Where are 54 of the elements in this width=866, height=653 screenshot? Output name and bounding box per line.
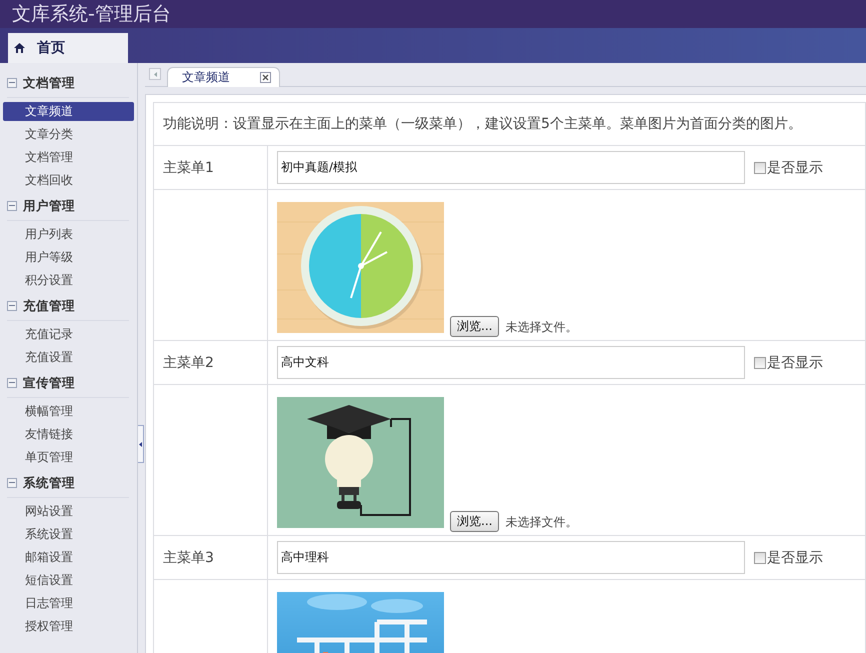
menu-label: 主菜单1 <box>163 160 214 176</box>
menu-label: 主菜单2 <box>163 354 214 370</box>
sidebar-group-title[interactable]: 充值管理 <box>23 298 75 314</box>
sidebar-group-title[interactable]: 宣传管理 <box>23 374 75 392</box>
collapse-icon[interactable] <box>7 301 17 311</box>
sidebar-item[interactable]: 网站设置 <box>3 502 134 521</box>
close-icon[interactable] <box>260 72 271 83</box>
menu-name-field[interactable]: 初中真题/模拟 <box>277 151 745 184</box>
file-status-text: 未选择文件。 <box>505 514 578 531</box>
browse-button[interactable]: 浏览... <box>450 316 500 337</box>
checkbox[interactable] <box>754 356 766 368</box>
checkbox[interactable] <box>754 552 766 564</box>
collapse-icon[interactable] <box>7 78 17 88</box>
sidebar-item[interactable]: 文档管理 <box>3 148 134 167</box>
checkbox[interactable] <box>754 162 766 174</box>
sidebar-item[interactable]: 系统设置 <box>3 525 134 544</box>
home-icon <box>14 43 25 53</box>
scroll-left-button[interactable] <box>149 68 161 80</box>
sidebar-item[interactable]: 横幅管理 <box>3 402 134 421</box>
sidebar-item[interactable]: 文章频道 <box>3 102 134 121</box>
sidebar-item[interactable]: 充值记录 <box>3 325 134 344</box>
sidebar-collapse-handle[interactable] <box>138 425 144 463</box>
page-tab[interactable]: 文章频道 <box>167 67 280 87</box>
menu-label: 主菜单3 <box>163 550 214 566</box>
sidebar-item[interactable]: 文章分类 <box>3 125 134 144</box>
sidebar-group-title[interactable]: 系统管理 <box>23 474 75 492</box>
show-checkbox-label[interactable]: 是否显示 <box>754 354 823 372</box>
show-checkbox-label[interactable]: 是否显示 <box>754 158 823 176</box>
sidebar-item[interactable]: 友情链接 <box>3 425 134 444</box>
sidebar-item[interactable]: 短信设置 <box>3 571 134 590</box>
sidebar-item[interactable]: 单页管理 <box>3 448 134 467</box>
show-checkbox-label[interactable]: 是否显示 <box>754 548 823 566</box>
app-title: 文库系统-管理后台 <box>12 3 171 25</box>
collapse-icon[interactable] <box>7 201 17 211</box>
description-text: 功能说明：设置显示在主面上的菜单（一级菜单），建议设置5个主菜单。菜单图片为首面分类的图片。 <box>163 116 802 132</box>
sidebar-item[interactable]: 积分设置 <box>3 271 134 290</box>
sidebar-item[interactable]: 文档回收 <box>3 171 134 190</box>
sidebar-item[interactable]: 授权管理 <box>3 617 134 636</box>
sidebar-item[interactable]: 日志管理 <box>3 594 134 613</box>
sidebar-group-title[interactable]: 用户管理 <box>23 198 75 214</box>
left-arrow-icon <box>154 72 156 76</box>
sidebar-group-title[interactable]: 文档管理 <box>23 74 75 92</box>
sidebar-item[interactable]: 邮箱设置 <box>3 548 134 567</box>
menu-name-field[interactable]: 高中理科 <box>277 541 745 574</box>
collapse-icon[interactable] <box>7 378 17 388</box>
browse-button[interactable]: 浏览... <box>450 511 500 532</box>
sidebar-item[interactable]: 充值设置 <box>3 348 134 367</box>
collapse-icon[interactable] <box>7 478 17 488</box>
sidebar-item[interactable]: 用户列表 <box>3 225 134 244</box>
home-tab[interactable]: 首页 <box>8 33 128 63</box>
file-status-text: 未选择文件。 <box>505 319 578 336</box>
sidebar-item[interactable]: 用户等级 <box>3 248 134 267</box>
menu-name-field[interactable]: 高中文科 <box>277 346 745 379</box>
collapse-arrow-icon <box>139 442 142 446</box>
